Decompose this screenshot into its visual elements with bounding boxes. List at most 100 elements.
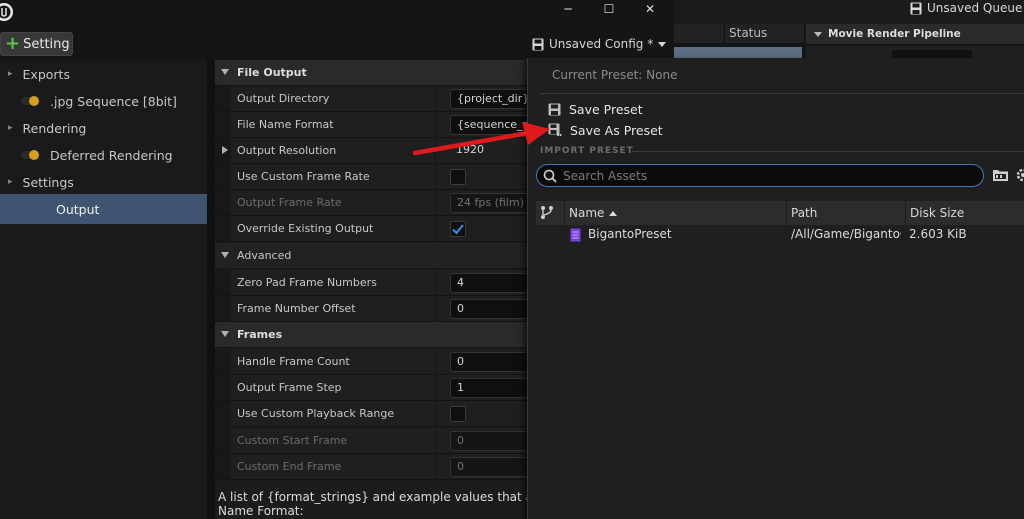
prop-use-custom-frame-rate: Use Custom Frame Rate xyxy=(215,164,528,190)
asset-name-cell: BigantoPreset xyxy=(588,227,672,241)
search-icon xyxy=(543,169,557,183)
queue-name-button[interactable]: Unsaved Queue xyxy=(910,0,1022,16)
prop-label: Custom End Frame xyxy=(237,460,342,473)
chevron-right-icon: ▸ xyxy=(8,177,13,187)
menu-divider xyxy=(632,151,1024,152)
prop-label: Custom Start Frame xyxy=(237,434,348,447)
path-column-header[interactable]: Path xyxy=(786,201,905,225)
annotation-arrow-icon xyxy=(410,118,560,158)
prop-frame-number-offset: Frame Number Offset 0 xyxy=(215,296,540,322)
prop-label: Output Frame Rate xyxy=(237,196,342,209)
prop-label: Override Existing Output xyxy=(237,222,374,235)
override-existing-checkbox[interactable] xyxy=(450,221,466,237)
chevron-down-icon xyxy=(221,69,229,75)
minimize-button[interactable]: ─ xyxy=(550,0,586,18)
prop-zero-pad-frame-numbers: Zero Pad Frame Numbers 4 xyxy=(215,270,540,296)
enable-toggle[interactable] xyxy=(21,96,41,106)
save-icon xyxy=(548,103,561,115)
asset-path-cell: /All/Game/BigantoC xyxy=(791,227,901,241)
pipeline-header[interactable]: Movie Render Pipeline xyxy=(806,24,1024,44)
category-file-output[interactable]: File Output xyxy=(215,60,528,86)
prop-label: Zero Pad Frame Numbers xyxy=(237,276,377,289)
maximize-button[interactable]: ☐ xyxy=(591,0,627,18)
add-setting-label: Setting xyxy=(23,36,70,52)
save-as-preset-menu-item[interactable]: Save As Preset xyxy=(548,120,663,140)
prop-label: Output Frame Step xyxy=(237,381,342,394)
sort-ascending-icon xyxy=(609,210,618,216)
prop-label: Frame Number Offset xyxy=(237,302,356,315)
tree-item-label: Output xyxy=(56,201,100,217)
category-label: File Output xyxy=(237,66,307,79)
use-custom-frame-rate-checkbox[interactable] xyxy=(450,169,466,185)
save-icon xyxy=(532,38,544,50)
disk-size-column-header[interactable]: Disk Size xyxy=(905,201,1024,225)
menu-item-label: Save As Preset xyxy=(570,122,663,138)
preset-asset-icon xyxy=(570,228,581,242)
status-column-header[interactable]: Status xyxy=(724,24,804,44)
tree-item-output[interactable]: Output xyxy=(0,194,207,224)
chevron-down-icon xyxy=(814,31,822,37)
gear-icon[interactable] xyxy=(1014,168,1024,182)
category-label: Frames xyxy=(237,328,283,341)
pipeline-header-label: Movie Render Pipeline xyxy=(828,28,961,40)
prop-override-existing-output: Override Existing Output xyxy=(215,216,528,242)
prop-use-custom-playback-range: Use Custom Playback Range xyxy=(215,401,528,427)
tree-item-jpg-sequence[interactable]: .jpg Sequence [8bit] xyxy=(0,88,207,114)
tree-category-settings[interactable]: ▸ Settings xyxy=(0,169,207,195)
tree-item-label: Exports xyxy=(22,66,70,82)
chevron-down-icon xyxy=(221,252,229,258)
tree-item-deferred-rendering[interactable]: Deferred Rendering xyxy=(0,142,207,168)
save-icon xyxy=(910,2,922,14)
tree-item-label: .jpg Sequence [8bit] xyxy=(50,93,177,109)
prop-label: Output Resolution xyxy=(237,144,337,157)
save-preset-menu-item[interactable]: Save Preset xyxy=(548,99,643,119)
category-frames[interactable]: Frames xyxy=(215,322,528,348)
panel-splitter[interactable] xyxy=(207,60,215,519)
category-advanced[interactable]: Advanced xyxy=(215,243,528,269)
chevron-right-icon[interactable] xyxy=(222,146,228,154)
unreal-logo-icon xyxy=(0,2,16,22)
config-preset-button[interactable]: Unsaved Config * xyxy=(532,34,667,54)
prop-label: Use Custom Frame Rate xyxy=(237,170,370,183)
plus-icon: + xyxy=(5,33,21,54)
name-column-header[interactable]: Name xyxy=(564,201,786,225)
description-line: A list of {format_strings} and example v… xyxy=(218,490,528,504)
prop-label: Output Directory xyxy=(237,92,330,105)
chevron-down-icon xyxy=(658,41,667,47)
chevron-down-icon xyxy=(221,331,229,337)
tree-item-label: Rendering xyxy=(22,120,87,136)
tree-item-label: Deferred Rendering xyxy=(50,147,173,163)
category-label: Advanced xyxy=(237,249,292,262)
tree-item-label: Settings xyxy=(22,174,74,190)
tree-category-rendering[interactable]: ▸ Rendering xyxy=(0,115,207,141)
menu-divider xyxy=(540,93,1024,94)
prop-label: Use Custom Playback Range xyxy=(237,407,395,420)
property-description: A list of {format_strings} and example v… xyxy=(218,490,528,519)
menu-item-label: Save Preset xyxy=(569,101,643,117)
source-control-icon[interactable] xyxy=(540,205,554,220)
chevron-right-icon: ▸ xyxy=(8,123,13,133)
queue-name-label: Unsaved Queue xyxy=(927,1,1023,15)
prop-custom-end-frame: Custom End Frame 0 xyxy=(215,454,540,480)
asset-size-cell: 2.603 KiB xyxy=(909,227,967,241)
asset-search-box[interactable] xyxy=(536,164,984,187)
prop-label: Handle Frame Count xyxy=(237,355,350,368)
prop-custom-start-frame: Custom Start Frame 0 xyxy=(215,428,540,454)
prop-label: File Name Format xyxy=(237,118,334,131)
chevron-right-icon: ▸ xyxy=(8,69,13,79)
enable-toggle[interactable] xyxy=(21,150,41,160)
current-preset-label: Current Preset: None xyxy=(552,68,678,82)
prop-output-frame-rate: Output Frame Rate 24 fps (film) xyxy=(215,190,540,216)
description-line: Name Format: xyxy=(218,504,304,518)
checkmark-icon xyxy=(452,224,464,235)
folder-icon[interactable] xyxy=(992,168,1009,182)
use-custom-playback-checkbox[interactable] xyxy=(450,406,466,422)
prop-output-frame-step: Output Frame Step 1 xyxy=(215,375,540,401)
add-setting-button[interactable]: + Setting xyxy=(0,32,73,56)
tree-category-exports[interactable]: ▸ Exports xyxy=(0,61,207,87)
search-input[interactable] xyxy=(563,168,963,183)
prop-output-directory: Output Directory {project_dir}/S xyxy=(215,86,540,112)
prop-handle-frame-count: Handle Frame Count 0 xyxy=(215,349,540,375)
close-button[interactable]: ✕ xyxy=(632,0,668,18)
column-label: Name xyxy=(569,206,605,220)
